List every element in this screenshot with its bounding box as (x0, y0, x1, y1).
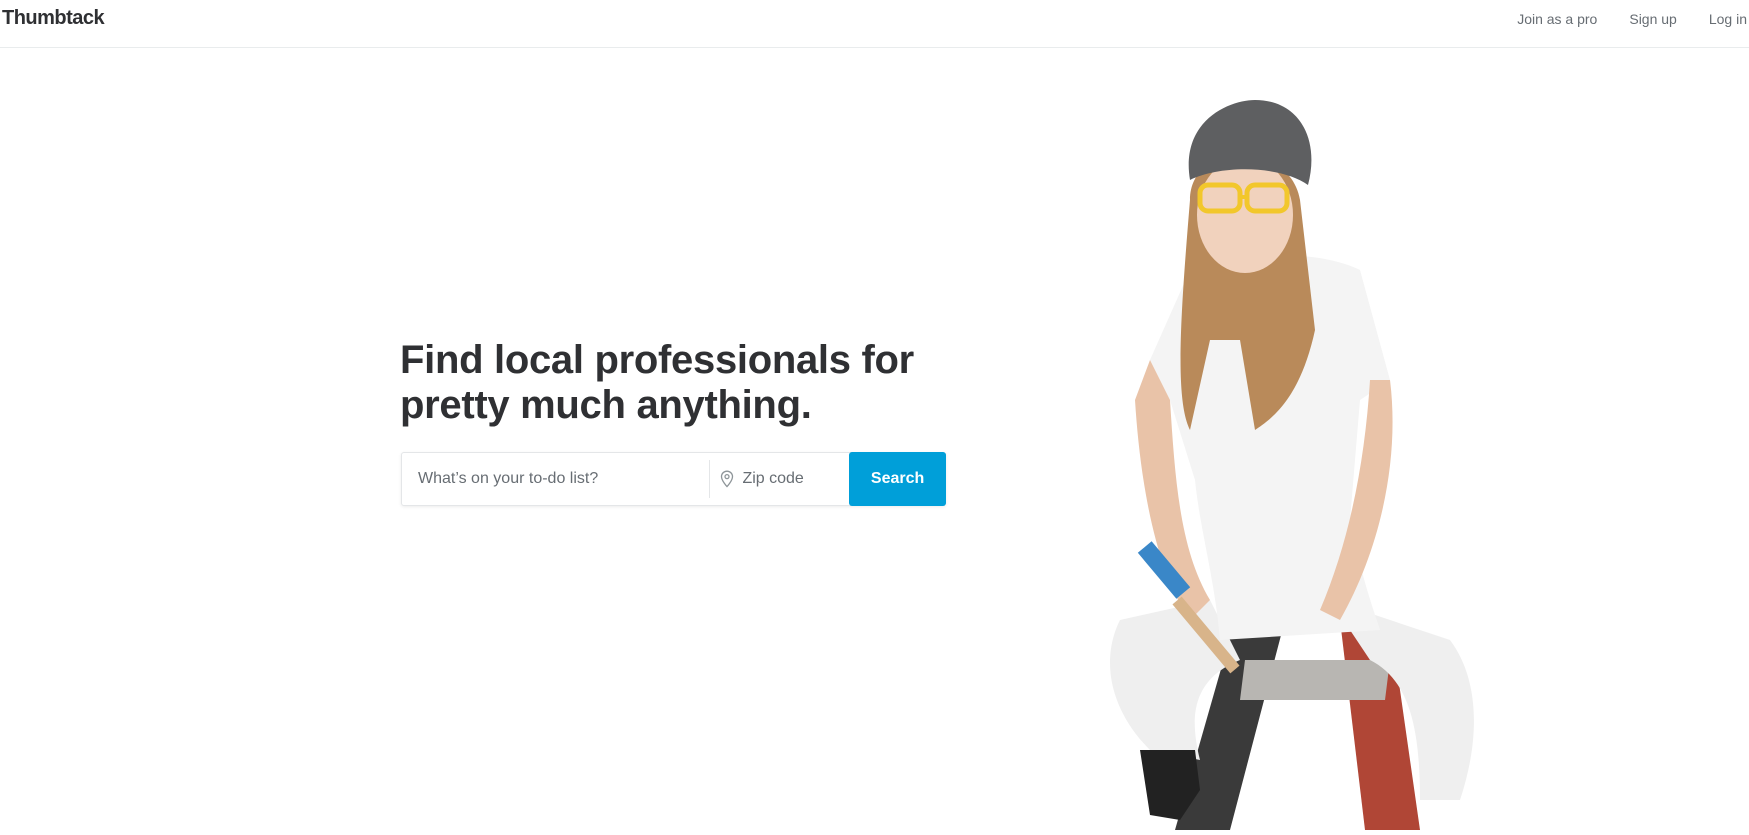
zip-code-input[interactable] (742, 470, 843, 488)
hero-title-line-1: Find local professionals for (400, 338, 914, 382)
location-pin-icon (720, 470, 734, 488)
join-as-pro-link[interactable]: Join as a pro (1517, 10, 1597, 28)
todo-search-input[interactable] (402, 453, 710, 505)
top-navigation-bar: Thumbtack Join as a pro Sign up Log in (0, 0, 1749, 48)
search-form: Search (401, 452, 946, 506)
zip-field (710, 453, 849, 505)
hero-title-line-2: pretty much anything. (400, 383, 812, 427)
log-in-link[interactable]: Log in (1709, 10, 1747, 28)
thumbtack-logo[interactable]: Thumbtack (2, 6, 105, 30)
hero-title: Find local professionals for pretty much… (400, 338, 960, 428)
search-button[interactable]: Search (849, 452, 946, 506)
header-nav: Join as a pro Sign up Log in (1517, 10, 1747, 28)
hero-image-painter-on-ladder (1040, 100, 1660, 830)
sign-up-link[interactable]: Sign up (1629, 10, 1676, 28)
